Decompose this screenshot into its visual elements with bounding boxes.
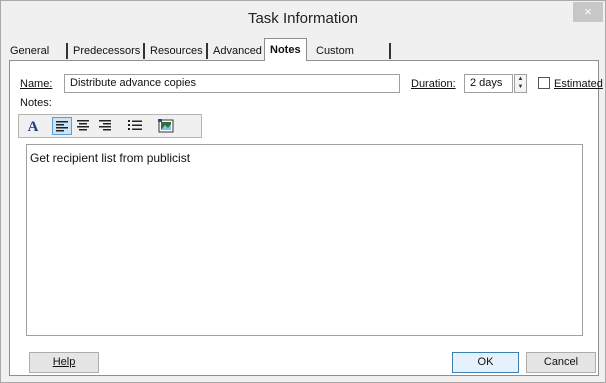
- tab-predecessors[interactable]: Predecessors: [71, 43, 142, 60]
- tab-notes[interactable]: Notes: [264, 38, 307, 61]
- notes-text-area[interactable]: Get recipient list from publicist: [26, 144, 583, 336]
- spin-down-icon[interactable]: ▼: [515, 83, 526, 91]
- task-information-dialog: Task Information × General Predecessors …: [0, 0, 606, 383]
- align-right-icon: [99, 120, 111, 131]
- help-button[interactable]: Help: [29, 352, 99, 373]
- duration-spinner[interactable]: ▲ ▼: [514, 74, 527, 93]
- font-icon: A: [28, 119, 39, 135]
- tab-custom-fields[interactable]: Custom Fields: [314, 43, 356, 74]
- cancel-button[interactable]: Cancel: [526, 352, 596, 373]
- tab-advanced[interactable]: Advanced: [211, 43, 264, 60]
- spin-up-icon[interactable]: ▲: [515, 75, 526, 83]
- name-field[interactable]: Distribute advance copies: [64, 74, 400, 93]
- bullets-button[interactable]: [126, 117, 146, 135]
- name-value: Distribute advance copies: [70, 77, 196, 89]
- insert-object-icon: [158, 119, 174, 133]
- title-bar[interactable]: Task Information ×: [1, 1, 605, 37]
- insert-object-button[interactable]: [156, 117, 176, 135]
- bullets-icon: [128, 120, 142, 130]
- tab-separator: [143, 43, 145, 59]
- tab-general[interactable]: General: [8, 43, 51, 60]
- tab-separator: [66, 43, 68, 59]
- align-center-button[interactable]: [74, 117, 94, 135]
- duration-field[interactable]: 2 days: [464, 74, 513, 93]
- tab-separator: [389, 43, 391, 59]
- align-left-icon: [56, 121, 68, 132]
- tab-separator: [206, 43, 208, 59]
- align-right-button[interactable]: [96, 117, 116, 135]
- font-button[interactable]: A: [23, 117, 43, 135]
- ok-button[interactable]: OK: [452, 352, 519, 373]
- close-icon[interactable]: ×: [584, 4, 592, 19]
- notes-toolbar: A: [18, 114, 202, 138]
- estimated-label: Estimated: [554, 78, 603, 90]
- notes-label: Notes:: [20, 97, 52, 109]
- name-label: Name:: [20, 78, 53, 90]
- close-button[interactable]: ×: [573, 2, 603, 22]
- align-left-button[interactable]: [52, 117, 72, 135]
- duration-label: Duration:: [411, 78, 456, 90]
- estimated-checkbox[interactable]: [538, 77, 550, 89]
- dialog-title: Task Information: [247, 10, 359, 27]
- tab-resources[interactable]: Resources: [148, 43, 205, 60]
- svg-text:A: A: [28, 119, 39, 135]
- align-center-icon: [77, 120, 89, 131]
- notes-text: Get recipient list from publicist: [30, 151, 191, 165]
- duration-value: 2 days: [470, 77, 503, 89]
